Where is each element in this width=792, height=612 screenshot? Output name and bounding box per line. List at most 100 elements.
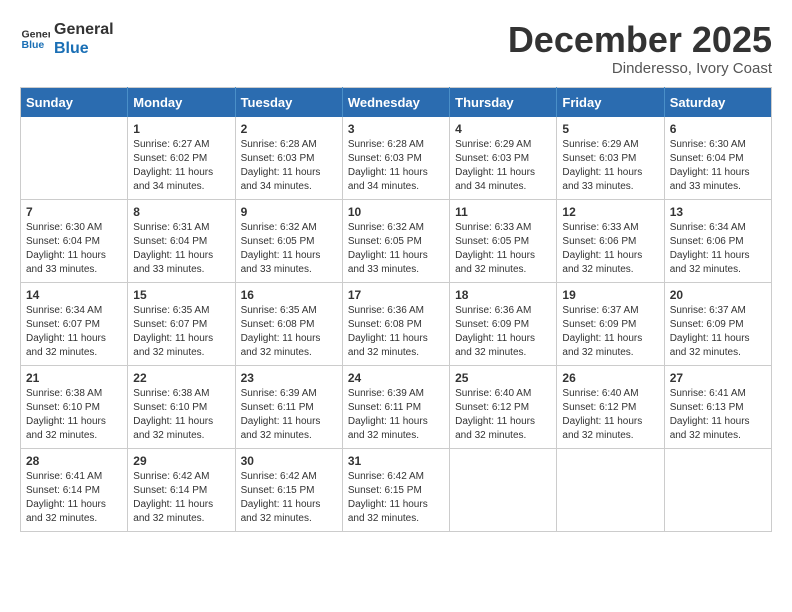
calendar-day-cell [450,448,557,531]
day-number: 10 [348,205,444,219]
day-number: 20 [670,288,766,302]
day-info: Sunrise: 6:35 AM Sunset: 6:07 PM Dayligh… [133,304,229,360]
calendar-day-cell: 13 Sunrise: 6:34 AM Sunset: 6:06 PM Dayli… [664,199,771,282]
calendar-day-cell: 22Sunrise: 6:38 AM Sunset: 6:10 PM Dayli… [128,365,235,448]
day-info: Sunrise: 6:29 AM Sunset: 6:03 PM Dayligh… [455,138,551,194]
calendar-day-cell: 4Sunrise: 6:29 AM Sunset: 6:03 PM Daylig… [450,117,557,200]
calendar-day-cell: 8 Sunrise: 6:31 AM Sunset: 6:04 PM Daylig… [128,199,235,282]
day-info: Sunrise: 6:28 AM Sunset: 6:03 PM Dayligh… [241,138,337,194]
day-info: Sunrise: 6:38 AM Sunset: 6:10 PM Dayligh… [26,387,122,443]
day-info: Sunrise: 6:34 AM Sunset: 6:06 PM Dayligh… [670,221,766,277]
calendar-day-cell: 1 Sunrise: 6:27 AM Sunset: 6:02 PM Daylig… [128,117,235,200]
weekday-header: Thursday [450,87,557,117]
calendar-day-cell: 30 Sunrise: 6:42 AM Sunset: 6:15 PM Dayli… [235,448,342,531]
calendar-day-cell: 17 Sunrise: 6:36 AM Sunset: 6:08 PM Dayli… [342,282,449,365]
location: Dinderesso, Ivory Coast [508,60,772,77]
day-number: 15 [133,288,229,302]
calendar-day-cell: 31Sunrise: 6:42 AM Sunset: 6:15 PM Dayli… [342,448,449,531]
logo-blue: Blue [54,39,114,58]
weekday-header: Friday [557,87,664,117]
day-info: Sunrise: 6:40 AM Sunset: 6:12 PM Dayligh… [562,387,658,443]
day-number: 26 [562,371,658,385]
calendar-day-cell: 9 Sunrise: 6:32 AM Sunset: 6:05 PM Daylig… [235,199,342,282]
day-number: 8 [133,205,229,219]
day-info: Sunrise: 6:36 AM Sunset: 6:08 PM Dayligh… [348,304,444,360]
day-info: Sunrise: 6:39 AM Sunset: 6:11 PM Dayligh… [241,387,337,443]
day-number: 29 [133,454,229,468]
day-number: 23 [241,371,337,385]
day-number: 17 [348,288,444,302]
calendar-header-row: SundayMondayTuesdayWednesdayThursdayFrid… [21,87,772,117]
day-number: 1 [133,122,229,136]
day-number: 6 [670,122,766,136]
calendar-day-cell: 14 Sunrise: 6:34 AM Sunset: 6:07 PM Dayli… [21,282,128,365]
weekday-header: Wednesday [342,87,449,117]
day-number: 21 [26,371,122,385]
calendar-day-cell: 12 Sunrise: 6:33 AM Sunset: 6:06 PM Dayli… [557,199,664,282]
month-title: December 2025 [508,20,772,60]
day-number: 30 [241,454,337,468]
day-info: Sunrise: 6:42 AM Sunset: 6:15 PM Dayligh… [241,470,337,526]
day-number: 14 [26,288,122,302]
day-number: 27 [670,371,766,385]
calendar-week-row: 1 Sunrise: 6:27 AM Sunset: 6:02 PM Daylig… [21,117,772,200]
calendar-day-cell: 19 Sunrise: 6:37 AM Sunset: 6:09 PM Dayli… [557,282,664,365]
calendar-day-cell: 26 Sunrise: 6:40 AM Sunset: 6:12 PM Dayli… [557,365,664,448]
calendar-day-cell: 5Sunrise: 6:29 AM Sunset: 6:03 PM Daylig… [557,117,664,200]
calendar-day-cell: 3 Sunrise: 6:28 AM Sunset: 6:03 PM Daylig… [342,117,449,200]
weekday-header: Monday [128,87,235,117]
day-info: Sunrise: 6:32 AM Sunset: 6:05 PM Dayligh… [348,221,444,277]
calendar-day-cell: 21 Sunrise: 6:38 AM Sunset: 6:10 PM Dayli… [21,365,128,448]
calendar-day-cell: 11Sunrise: 6:33 AM Sunset: 6:05 PM Dayli… [450,199,557,282]
calendar-day-cell: 23 Sunrise: 6:39 AM Sunset: 6:11 PM Dayli… [235,365,342,448]
day-info: Sunrise: 6:33 AM Sunset: 6:06 PM Dayligh… [562,221,658,277]
day-number: 18 [455,288,551,302]
calendar-week-row: 7 Sunrise: 6:30 AM Sunset: 6:04 PM Daylig… [21,199,772,282]
day-info: Sunrise: 6:38 AM Sunset: 6:10 PM Dayligh… [133,387,229,443]
calendar-day-cell: 7 Sunrise: 6:30 AM Sunset: 6:04 PM Daylig… [21,199,128,282]
page-header: General Blue General Blue December 2025 … [20,20,772,77]
day-info: Sunrise: 6:34 AM Sunset: 6:07 PM Dayligh… [26,304,122,360]
day-info: Sunrise: 6:27 AM Sunset: 6:02 PM Dayligh… [133,138,229,194]
day-number: 2 [241,122,337,136]
calendar-day-cell: 18 Sunrise: 6:36 AM Sunset: 6:09 PM Dayli… [450,282,557,365]
day-info: Sunrise: 6:30 AM Sunset: 6:04 PM Dayligh… [670,138,766,194]
day-number: 9 [241,205,337,219]
day-number: 19 [562,288,658,302]
calendar-day-cell: 15 Sunrise: 6:35 AM Sunset: 6:07 PM Dayli… [128,282,235,365]
calendar-week-row: 21 Sunrise: 6:38 AM Sunset: 6:10 PM Dayli… [21,365,772,448]
day-info: Sunrise: 6:42 AM Sunset: 6:14 PM Dayligh… [133,470,229,526]
day-info: Sunrise: 6:28 AM Sunset: 6:03 PM Dayligh… [348,138,444,194]
day-number: 7 [26,205,122,219]
weekday-header: Sunday [21,87,128,117]
logo-general: General [54,20,114,39]
calendar-day-cell [557,448,664,531]
logo: General Blue General Blue [20,20,114,58]
day-info: Sunrise: 6:31 AM Sunset: 6:04 PM Dayligh… [133,221,229,277]
day-number: 13 [670,205,766,219]
day-number: 12 [562,205,658,219]
calendar-day-cell: 16Sunrise: 6:35 AM Sunset: 6:08 PM Dayli… [235,282,342,365]
svg-text:Blue: Blue [22,39,45,51]
day-number: 24 [348,371,444,385]
day-number: 11 [455,205,551,219]
calendar-day-cell: 20 Sunrise: 6:37 AM Sunset: 6:09 PM Dayli… [664,282,771,365]
day-info: Sunrise: 6:37 AM Sunset: 6:09 PM Dayligh… [670,304,766,360]
calendar-day-cell: 25Sunrise: 6:40 AM Sunset: 6:12 PM Dayli… [450,365,557,448]
day-info: Sunrise: 6:36 AM Sunset: 6:09 PM Dayligh… [455,304,551,360]
title-block: December 2025 Dinderesso, Ivory Coast [508,20,772,77]
day-info: Sunrise: 6:29 AM Sunset: 6:03 PM Dayligh… [562,138,658,194]
day-info: Sunrise: 6:32 AM Sunset: 6:05 PM Dayligh… [241,221,337,277]
calendar-day-cell [664,448,771,531]
day-number: 3 [348,122,444,136]
calendar-day-cell: 24Sunrise: 6:39 AM Sunset: 6:11 PM Dayli… [342,365,449,448]
day-info: Sunrise: 6:37 AM Sunset: 6:09 PM Dayligh… [562,304,658,360]
calendar-day-cell: 6 Sunrise: 6:30 AM Sunset: 6:04 PM Daylig… [664,117,771,200]
weekday-header: Saturday [664,87,771,117]
day-info: Sunrise: 6:30 AM Sunset: 6:04 PM Dayligh… [26,221,122,277]
calendar-day-cell: 27Sunrise: 6:41 AM Sunset: 6:13 PM Dayli… [664,365,771,448]
weekday-header: Tuesday [235,87,342,117]
calendar-day-cell [21,117,128,200]
day-info: Sunrise: 6:35 AM Sunset: 6:08 PM Dayligh… [241,304,337,360]
calendar-day-cell: 2 Sunrise: 6:28 AM Sunset: 6:03 PM Daylig… [235,117,342,200]
